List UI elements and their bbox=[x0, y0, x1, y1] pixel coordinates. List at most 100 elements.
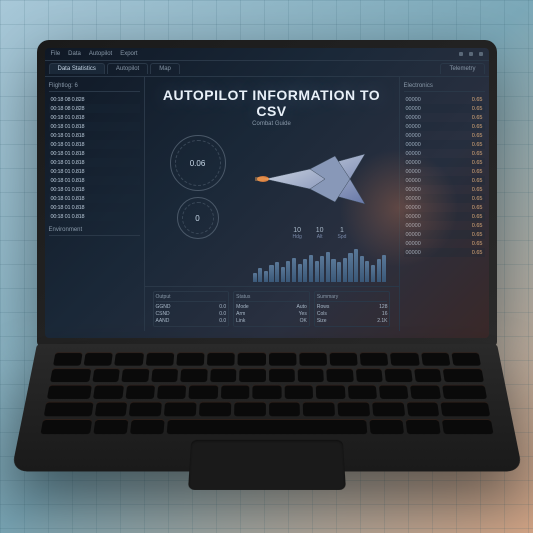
list-item[interactable]: 00:18 01 0.818 bbox=[49, 176, 140, 185]
menu-autopilot[interactable]: Autopilot bbox=[89, 51, 112, 57]
key[interactable] bbox=[337, 402, 370, 417]
key[interactable] bbox=[92, 368, 120, 382]
key[interactable] bbox=[268, 402, 300, 417]
list-item[interactable]: 00:18 01 0.818 bbox=[49, 212, 140, 221]
list-item[interactable]: 00:18 01 0.818 bbox=[49, 194, 140, 203]
list-item[interactable]: 000000.65 bbox=[404, 167, 485, 176]
key[interactable] bbox=[93, 385, 123, 399]
key[interactable] bbox=[359, 352, 388, 365]
list-item[interactable]: 000000.65 bbox=[404, 122, 485, 131]
list-item[interactable]: 000000.65 bbox=[404, 248, 485, 257]
key[interactable] bbox=[209, 368, 236, 382]
key[interactable] bbox=[390, 352, 419, 365]
key-space[interactable] bbox=[166, 419, 366, 434]
key[interactable] bbox=[114, 352, 143, 365]
list-item[interactable]: 000000.65 bbox=[404, 230, 485, 239]
key[interactable] bbox=[94, 402, 127, 417]
menu-export[interactable]: Export bbox=[120, 51, 137, 57]
tab-telemetry[interactable]: Telemetry bbox=[440, 63, 484, 74]
key[interactable] bbox=[206, 352, 234, 365]
key[interactable] bbox=[164, 402, 197, 417]
list-item[interactable]: 000000.65 bbox=[404, 131, 485, 140]
key[interactable] bbox=[176, 352, 204, 365]
tab-autopilot[interactable]: Autopilot bbox=[107, 63, 148, 74]
list-item[interactable]: 000000.65 bbox=[404, 221, 485, 230]
tab-data-statistics[interactable]: Data Statistics bbox=[49, 63, 105, 74]
key[interactable] bbox=[329, 352, 357, 365]
key[interactable] bbox=[252, 385, 281, 399]
key[interactable] bbox=[384, 368, 412, 382]
list-item[interactable]: 00:18 01 0.818 bbox=[49, 140, 140, 149]
minimize-icon[interactable] bbox=[459, 52, 463, 56]
list-item[interactable]: 00:18 01 0.818 bbox=[49, 203, 140, 212]
list-item[interactable]: 000000.65 bbox=[404, 239, 485, 248]
key[interactable] bbox=[151, 368, 178, 382]
key[interactable] bbox=[129, 402, 162, 417]
list-item[interactable]: 00:18 01 0.818 bbox=[49, 113, 140, 122]
key[interactable] bbox=[440, 402, 490, 417]
list-item[interactable]: 000000.65 bbox=[404, 158, 485, 167]
key[interactable] bbox=[49, 368, 90, 382]
key[interactable] bbox=[441, 385, 486, 399]
key[interactable] bbox=[40, 419, 92, 434]
list-item[interactable]: 000000.65 bbox=[404, 176, 485, 185]
key[interactable] bbox=[326, 368, 353, 382]
key[interactable] bbox=[125, 385, 155, 399]
key[interactable] bbox=[405, 419, 440, 434]
list-item[interactable]: 000000.65 bbox=[404, 95, 485, 104]
list-item[interactable]: 000000.65 bbox=[404, 149, 485, 158]
key[interactable] bbox=[52, 352, 82, 365]
key[interactable] bbox=[284, 385, 313, 399]
list-item[interactable]: 000000.65 bbox=[404, 194, 485, 203]
key[interactable] bbox=[297, 368, 324, 382]
list-item[interactable]: 00:18 01 0.818 bbox=[49, 131, 140, 140]
tab-map[interactable]: Map bbox=[150, 63, 180, 74]
maximize-icon[interactable] bbox=[469, 52, 473, 56]
key[interactable] bbox=[410, 385, 440, 399]
key[interactable] bbox=[145, 352, 174, 365]
key[interactable] bbox=[220, 385, 249, 399]
key[interactable] bbox=[268, 368, 294, 382]
list-item[interactable]: 000000.65 bbox=[404, 185, 485, 194]
key[interactable] bbox=[233, 402, 265, 417]
key[interactable] bbox=[156, 385, 186, 399]
key[interactable] bbox=[93, 419, 128, 434]
list-item[interactable]: 000000.65 bbox=[404, 140, 485, 149]
key[interactable] bbox=[378, 385, 408, 399]
key[interactable] bbox=[420, 352, 450, 365]
key[interactable] bbox=[180, 368, 207, 382]
list-item[interactable]: 00:18 08 0.828 bbox=[49, 95, 140, 104]
key[interactable] bbox=[130, 419, 165, 434]
gauge-secondary[interactable]: 0 bbox=[177, 197, 219, 239]
key[interactable] bbox=[413, 368, 441, 382]
key[interactable] bbox=[442, 368, 483, 382]
list-item[interactable]: 00:18 01 0.818 bbox=[49, 185, 140, 194]
list-item[interactable]: 000000.65 bbox=[404, 203, 485, 212]
gauge-primary[interactable]: 0.06 bbox=[170, 135, 226, 191]
key[interactable] bbox=[441, 419, 493, 434]
key[interactable] bbox=[46, 385, 91, 399]
key[interactable] bbox=[298, 352, 326, 365]
key[interactable] bbox=[198, 402, 230, 417]
key[interactable] bbox=[302, 402, 334, 417]
key[interactable] bbox=[268, 352, 296, 365]
key[interactable] bbox=[347, 385, 377, 399]
key[interactable] bbox=[188, 385, 217, 399]
close-icon[interactable] bbox=[479, 52, 483, 56]
key[interactable] bbox=[239, 368, 265, 382]
list-item[interactable]: 000000.65 bbox=[404, 104, 485, 113]
key[interactable] bbox=[406, 402, 439, 417]
list-item[interactable]: 00:18 08 0.828 bbox=[49, 104, 140, 113]
list-item[interactable]: 00:18 01 0.818 bbox=[49, 122, 140, 131]
key[interactable] bbox=[237, 352, 265, 365]
key[interactable] bbox=[315, 385, 344, 399]
key[interactable] bbox=[43, 402, 93, 417]
trackpad[interactable] bbox=[188, 440, 346, 490]
menu-file[interactable]: File bbox=[51, 51, 61, 57]
key[interactable] bbox=[83, 352, 113, 365]
key[interactable] bbox=[369, 419, 404, 434]
list-item[interactable]: 00:18 01 0.818 bbox=[49, 167, 140, 176]
list-item[interactable]: 00:18 01 0.818 bbox=[49, 149, 140, 158]
list-item[interactable]: 000000.65 bbox=[404, 113, 485, 122]
key[interactable] bbox=[371, 402, 404, 417]
